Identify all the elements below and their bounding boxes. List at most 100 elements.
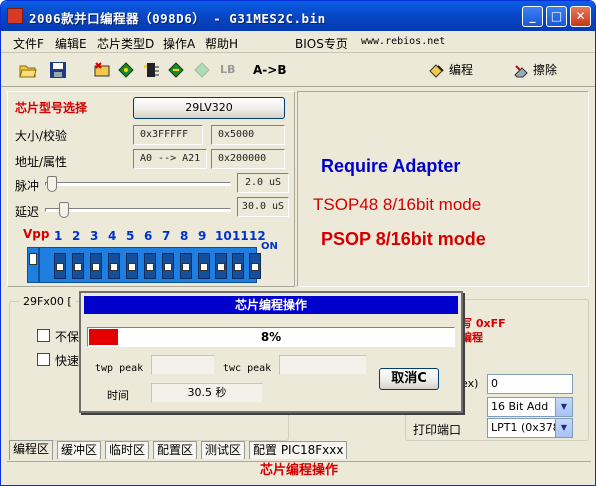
programming-dialog: 芯片编程操作 8% twp peak twc peak 时间 30.5 秒 取消…	[79, 291, 463, 413]
tab-program-area[interactable]: 编程区	[9, 440, 54, 460]
dip-switch-5[interactable]	[126, 253, 138, 279]
twc-peak-label: twc peak	[223, 363, 272, 374]
menu-bar: 文件F 编辑E 芯片类型D 操作A 帮助H BIOS专页 www.rebios.…	[1, 31, 595, 53]
adapter-panel	[297, 91, 589, 287]
vpp-switch[interactable]	[27, 247, 39, 283]
dip-switch-10[interactable]	[215, 253, 227, 279]
dip-number-6: 6	[144, 229, 153, 243]
dip-switch-3[interactable]	[90, 253, 102, 279]
tab-bar: 编程区 缓冲区 临时区 配置区 测试区 配置 PIC18Fxxx	[7, 440, 591, 460]
option1-label: 不保	[55, 330, 80, 344]
main-window: 2006款并口编程器（098D6） - G31MES2C.bin _ □ ✕ 文…	[0, 0, 596, 486]
twp-peak-field	[151, 355, 215, 375]
dip-number-1: 1	[54, 229, 63, 243]
options-legend: 29Fx00 [	[19, 295, 76, 308]
option2-checkbox[interactable]	[37, 353, 50, 366]
dip-number-7: 7	[162, 229, 171, 243]
tab-test[interactable]: 测试区	[201, 441, 246, 459]
address-range-field: A0 --> A21	[133, 149, 207, 169]
dip-switch-2[interactable]	[72, 253, 84, 279]
delay-label: 延迟	[15, 205, 40, 219]
port-select[interactable]: LPT1 (0x378) ▼	[487, 418, 573, 438]
erase-button[interactable]: 擦除	[513, 61, 557, 79]
erase-icon	[514, 64, 528, 77]
port-value: LPT1 (0x378)	[491, 421, 565, 434]
app-icon	[7, 8, 23, 24]
attribute-field: 0x200000	[211, 149, 285, 169]
hex-input[interactable]: 0	[487, 374, 573, 394]
site-link[interactable]: www.rebios.net	[361, 36, 445, 47]
option2-label: 快速	[55, 354, 80, 368]
pulse-slider-thumb[interactable]	[47, 176, 57, 192]
option1-checkbox[interactable]	[37, 329, 50, 342]
program-button[interactable]: 编程	[429, 61, 473, 79]
menu-file[interactable]: 文件F	[13, 35, 44, 52]
menu-operate[interactable]: 操作A	[163, 35, 195, 52]
bit-mode-select[interactable]: 16 Bit Add ▼	[487, 397, 573, 417]
toolbar: LB A->B 编程 擦除	[1, 53, 595, 87]
progress-percent: 8%	[260, 330, 282, 344]
bit-mode-value: 16 Bit Add	[491, 400, 549, 413]
dip-switch-9[interactable]	[198, 253, 210, 279]
verify-icon[interactable]	[117, 61, 135, 79]
chip-select-label: 芯片型号选择	[15, 101, 88, 115]
tab-config[interactable]: 配置区	[153, 441, 198, 459]
maximize-button[interactable]: □	[546, 6, 567, 27]
dip-number-5: 5	[126, 229, 135, 243]
program-icon	[429, 63, 444, 78]
menu-edit[interactable]: 编辑E	[55, 35, 87, 52]
a-to-b-button[interactable]: A->B	[253, 63, 286, 77]
dip-number-11: 11	[232, 229, 249, 243]
lb-button[interactable]: LB	[220, 63, 235, 76]
window-title: 2006款并口编程器（098D6） - G31MES2C.bin	[29, 11, 326, 26]
adapter-tsop: TSOP48 8/16bit mode	[313, 195, 482, 214]
cancel-button[interactable]: 取消C	[379, 368, 439, 390]
tab-pic-config[interactable]: 配置 PIC18Fxxx	[249, 441, 348, 459]
dip-switch-12[interactable]	[249, 253, 261, 279]
erase-label: 擦除	[533, 63, 558, 77]
chip-size-field: 0x3FFFFF	[133, 125, 203, 145]
blank-check-icon[interactable]	[143, 61, 161, 79]
vpp-label: Vpp	[23, 227, 50, 241]
dip-number-2: 2	[72, 229, 81, 243]
pulse-value-field: 2.0 uS	[237, 173, 289, 193]
minimize-button[interactable]: _	[522, 6, 543, 27]
chevron-down-icon[interactable]: ▼	[555, 398, 572, 416]
tab-buffer[interactable]: 缓冲区	[57, 441, 102, 459]
program-label: 编程	[449, 63, 474, 77]
pulse-slider[interactable]	[45, 173, 231, 193]
title-bar[interactable]: 2006款并口编程器（098D6） - G31MES2C.bin _ □ ✕	[1, 1, 595, 31]
menu-bios[interactable]: BIOS专页	[295, 35, 348, 52]
dip-number-4: 4	[108, 229, 117, 243]
save-icon[interactable]	[49, 61, 67, 79]
menu-help[interactable]: 帮助H	[205, 35, 238, 52]
dip-number-3: 3	[90, 229, 99, 243]
read-chip-icon[interactable]	[93, 61, 111, 79]
twc-peak-field	[279, 355, 367, 375]
elapsed-time-field: 30.5 秒	[151, 383, 263, 403]
dip-switch-6[interactable]	[144, 253, 156, 279]
twp-peak-label: twp peak	[95, 363, 144, 374]
chip-id-icon[interactable]	[167, 61, 185, 79]
dip-switch-7[interactable]	[162, 253, 174, 279]
chip-model-button[interactable]: 29LV320	[133, 97, 285, 119]
dip-switch-4[interactable]	[108, 253, 120, 279]
dip-switch-11[interactable]	[232, 253, 244, 279]
open-icon[interactable]	[19, 61, 37, 79]
menu-chip-type[interactable]: 芯片类型D	[97, 35, 154, 52]
delay-slider[interactable]	[45, 199, 231, 219]
checksum-field: 0x5000	[211, 125, 285, 145]
program-mode-label: 编程	[461, 331, 483, 344]
size-checksum-label: 大小/校验	[15, 129, 68, 143]
delay-slider-thumb[interactable]	[59, 202, 69, 218]
chevron-down-icon[interactable]: ▼	[555, 419, 572, 437]
tab-temp[interactable]: 临时区	[105, 441, 150, 459]
protect-icon[interactable]	[193, 61, 211, 79]
adapter-title: Require Adapter	[321, 156, 461, 176]
programming-progress-bar: 8%	[87, 327, 455, 347]
dip-number-9: 9	[198, 229, 207, 243]
dip-switch-1[interactable]	[54, 253, 66, 279]
adapter-psop: PSOP 8/16bit mode	[321, 229, 486, 249]
close-button[interactable]: ✕	[570, 6, 591, 27]
dip-switch-8[interactable]	[180, 253, 192, 279]
